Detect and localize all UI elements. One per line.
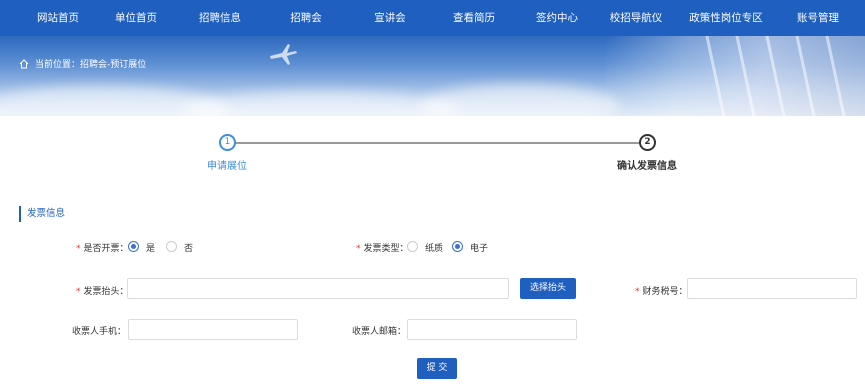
nav-item-campus-navigator[interactable]: 校招导航仪 — [598, 0, 674, 36]
nav-item-presentation[interactable]: 宣讲会 — [348, 0, 432, 36]
invoice-needed-yes-radio[interactable] — [128, 241, 139, 252]
nav-item-resume[interactable]: 查看简历 — [432, 0, 516, 36]
nav-item-job-fair[interactable]: 招聘会 — [264, 0, 348, 36]
step-1-circle: 1 — [219, 134, 236, 151]
required-mark: * — [635, 287, 640, 297]
section-title: 发票信息 — [19, 206, 65, 222]
receiver-email-input[interactable] — [407, 319, 577, 340]
invoice-type-electronic-radio[interactable] — [452, 241, 463, 252]
step-connector — [236, 142, 640, 144]
invoice-title-input[interactable] — [127, 278, 509, 299]
invoice-needed-no-label[interactable]: 否 — [184, 241, 193, 254]
required-mark: * — [76, 287, 81, 297]
invoice-type-paper-radio[interactable] — [407, 241, 418, 252]
nav-item-contract-center[interactable]: 签约中心 — [516, 0, 598, 36]
invoice-type-label: * 发票类型： — [356, 244, 409, 254]
step-1-label: 申请展位 — [207, 161, 247, 172]
invoice-needed-no-radio[interactable] — [166, 241, 177, 252]
tax-number-label: * 财务税号： — [635, 287, 688, 297]
breadcrumb: 当前位置：招聘会-预订展位 — [19, 57, 146, 70]
required-mark: * — [356, 244, 361, 254]
tax-number-input[interactable] — [687, 278, 857, 299]
nav-item-home[interactable]: 网站首页 — [20, 0, 96, 36]
step-2-label: 确认发票信息 — [617, 161, 677, 172]
invoice-needed-label: * 是否开票： — [76, 244, 129, 254]
invoice-type-paper-label[interactable]: 纸质 — [425, 241, 443, 254]
page-banner: 当前位置：招聘会-预订展位 — [0, 36, 865, 116]
nav-item-job-info[interactable]: 招聘信息 — [176, 0, 264, 36]
receiver-phone-input[interactable] — [128, 319, 298, 340]
receiver-phone-label: 收票人手机： — [72, 327, 127, 337]
building-graphic — [605, 36, 865, 116]
step-2-circle: 2 — [639, 134, 656, 151]
required-mark: * — [76, 244, 81, 254]
submit-button[interactable]: 提 交 — [417, 358, 457, 379]
invoice-title-label: * 发票抬头： — [76, 287, 129, 297]
receiver-email-label: 收票人邮箱： — [352, 327, 407, 337]
airplane-icon — [270, 44, 297, 65]
top-navigation: 网站首页 单位首页 招聘信息 招聘会 宣讲会 查看简历 签约中心 校招导航仪 政… — [0, 0, 865, 36]
nav-item-policy-positions[interactable]: 政策性岗位专区 — [674, 0, 778, 36]
invoice-type-electronic-label[interactable]: 电子 — [470, 241, 488, 254]
home-icon[interactable] — [19, 58, 29, 69]
nav-item-company-home[interactable]: 单位首页 — [96, 0, 176, 36]
breadcrumb-text: 当前位置：招聘会-预订展位 — [35, 60, 147, 70]
select-title-button[interactable]: 选择抬头 — [520, 278, 576, 299]
invoice-needed-yes-label[interactable]: 是 — [146, 241, 155, 254]
nav-item-account[interactable]: 账号管理 — [778, 0, 858, 36]
step-indicator: 1 2 申请展位 确认发票信息 — [0, 132, 865, 172]
